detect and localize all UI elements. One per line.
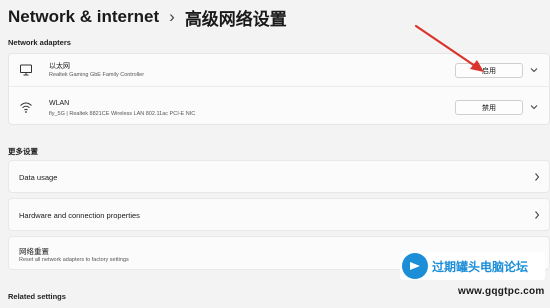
chevron-down-icon[interactable]	[529, 65, 539, 75]
row-title: 网络重置	[19, 247, 49, 256]
chevron-down-icon[interactable]	[529, 102, 539, 112]
watermark-logo: 过期罐头电脑论坛	[400, 252, 545, 280]
row-subtitle: Reset all network adapters to factory se…	[19, 257, 129, 263]
watermark-url: www.gqgtpc.com	[458, 286, 545, 297]
breadcrumb: Network & internet › 高级网络设置	[8, 4, 287, 30]
more-settings-heading: 更多设置	[8, 147, 38, 156]
adapter-description: Realtek Gaming GbE Family Controller	[49, 72, 145, 78]
chevron-right-icon	[535, 173, 540, 181]
chevron-right-icon	[535, 211, 540, 219]
disable-button[interactable]: 禁用	[455, 100, 523, 115]
adapter-description: fly_5G | Realtek 8821CE Wireless LAN 802…	[49, 111, 196, 117]
related-settings-heading: Related settings	[8, 292, 66, 301]
adapter-name: WLAN	[49, 100, 70, 107]
page-title: 高级网络设置	[184, 9, 287, 29]
wifi-icon	[20, 102, 32, 113]
watermark-logo-icon	[402, 253, 428, 279]
row-title: Data usage	[19, 173, 58, 182]
network-adapters-heading: Network adapters	[8, 38, 71, 47]
adapter-row-wlan[interactable]: WLAN fly_5G | Realtek 8821CE Wireless LA…	[9, 90, 549, 124]
monitor-network-icon	[20, 64, 32, 76]
hardware-properties-row[interactable]: Hardware and connection properties	[8, 198, 550, 231]
adapter-name: 以太网	[49, 63, 70, 70]
breadcrumb-parent[interactable]: Network & internet	[8, 7, 159, 27]
breadcrumb-separator: ›	[169, 7, 175, 26]
annotation-arrow-icon	[414, 24, 484, 72]
row-title: Hardware and connection properties	[19, 211, 140, 220]
data-usage-row[interactable]: Data usage	[8, 160, 550, 193]
watermark-text: 过期罐头电脑论坛	[432, 259, 529, 274]
